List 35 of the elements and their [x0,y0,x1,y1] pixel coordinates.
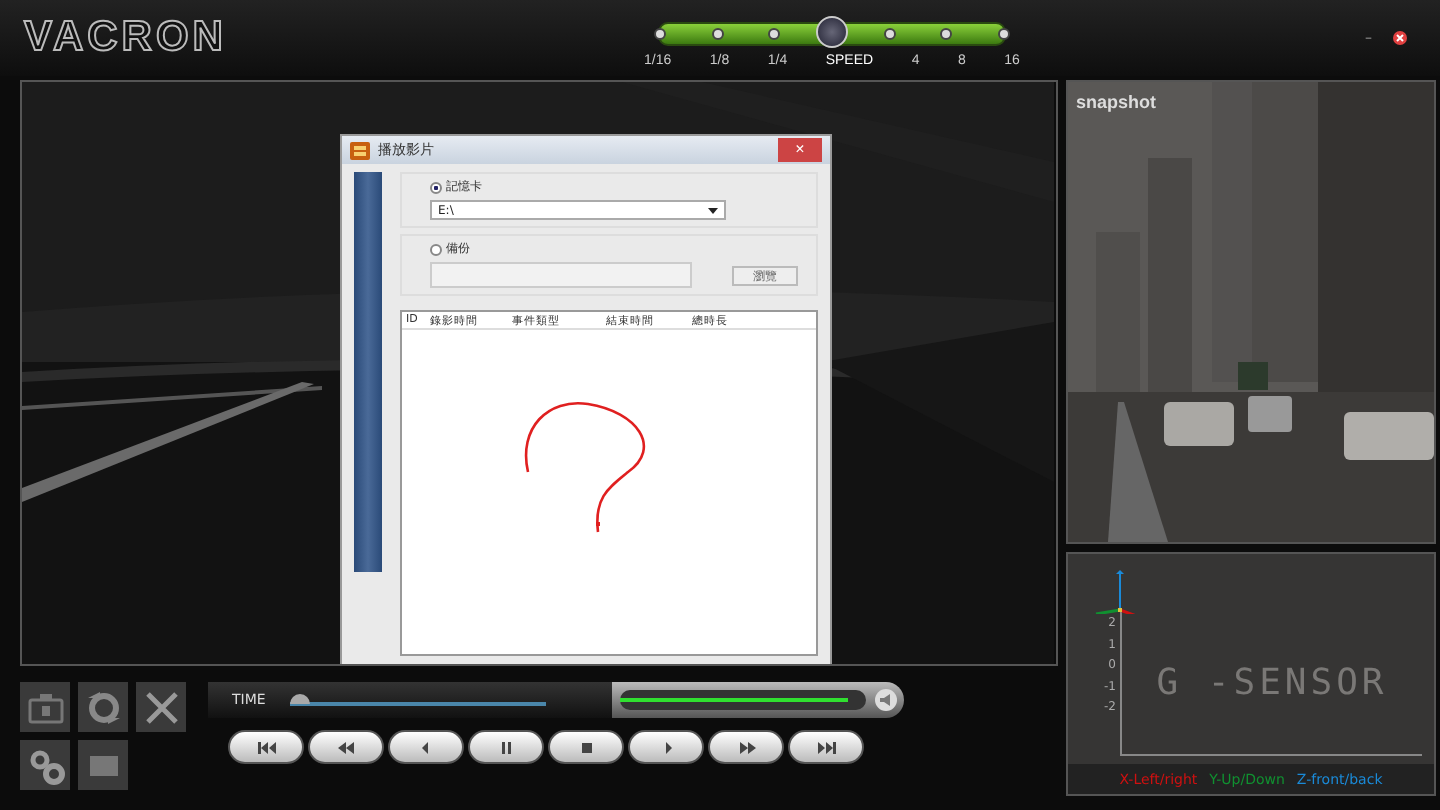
pause-icon [497,741,515,753]
snapshot-label: snapshot [1076,92,1157,112]
toolbar-button[interactable] [136,682,186,732]
toolbar-button[interactable] [78,740,128,790]
skip-forward-button[interactable] [788,730,864,764]
slider-thumb[interactable] [289,694,310,704]
toolbar-button[interactable] [20,740,70,790]
fast-forward-button[interactable] [708,730,784,764]
step-back-button[interactable] [388,730,464,764]
path-field[interactable] [430,262,692,288]
pause-button[interactable] [468,730,544,764]
close-button[interactable]: × [778,138,822,162]
dot-mark [596,522,600,526]
caret-icon [708,207,718,213]
close-icon[interactable] [1392,30,1408,46]
skip-forward-icon [817,741,835,753]
stop-button[interactable] [548,730,624,764]
app-icon [350,141,370,159]
toolbar-button[interactable] [20,682,70,732]
rewind-button[interactable] [308,730,384,764]
play-button[interactable] [628,730,704,764]
fast-forward-icon [737,741,755,753]
radio-button[interactable] [430,181,442,193]
toolbar-button[interactable] [78,682,128,732]
skip-back-button[interactable] [228,730,304,764]
stop-icon [577,741,595,753]
app-logo: VACRON [24,14,229,62]
radio-button[interactable] [430,243,442,255]
skip-back-icon [257,741,275,753]
slider-thumb[interactable] [816,15,848,47]
speaker-icon[interactable] [874,688,898,712]
g-sensor-watermark: G -SENSOR [1156,661,1388,703]
speed-slider[interactable] [658,21,1006,45]
volume-slider[interactable] [620,690,866,710]
rewind-icon [337,741,355,753]
